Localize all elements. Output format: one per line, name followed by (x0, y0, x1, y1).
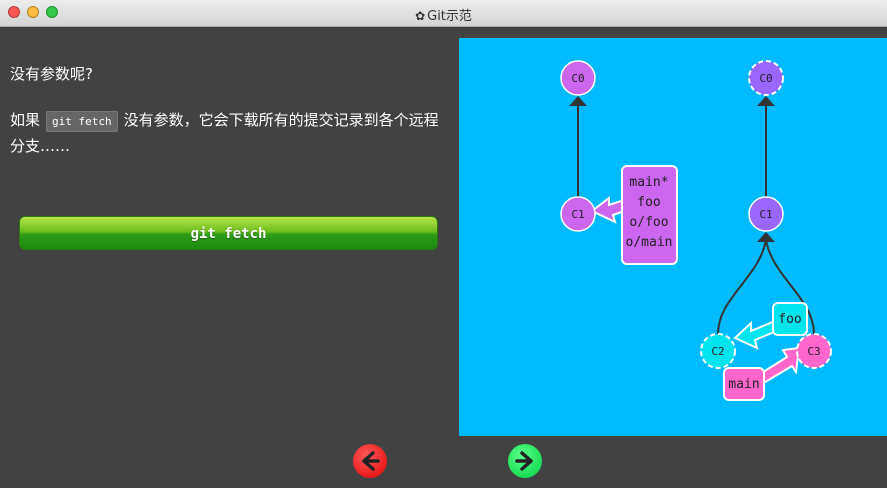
inline-code: git fetch (46, 111, 118, 132)
branch-label-main: main* (629, 175, 668, 190)
window-title: ✿ Git示范 (415, 9, 472, 24)
branch-label-o-main: o/main (626, 235, 673, 250)
instructions-panel: 没有参数呢? 如果 git fetch 没有参数，它会下载所有的提交记录到各个远程分… (10, 62, 440, 158)
branch-label-foo: foo (778, 312, 801, 327)
arrow-left-icon (362, 451, 380, 471)
commit-label: C1 (759, 208, 772, 221)
commit-label: C3 (807, 345, 820, 358)
arrow-right-icon (515, 451, 533, 471)
edge-arrow-icon (757, 96, 775, 106)
commit-label: C0 (571, 72, 584, 85)
title-bar: ✿ Git示范 (0, 0, 887, 27)
back-button[interactable] (353, 444, 387, 478)
branch-label-o-foo: o/foo (629, 215, 668, 230)
edge-arrow-icon (757, 232, 775, 242)
git-visualization: C0 C1 main* foo o/foo o/main C0 C1 foo m… (459, 38, 887, 436)
instruction-line-2: 如果 git fetch 没有参数，它会下载所有的提交记录到各个远程分支…… (10, 111, 439, 155)
gear-icon: ✿ (415, 9, 426, 23)
instruction-line-1: 没有参数呢? (10, 65, 93, 83)
commit-label: C1 (571, 208, 584, 221)
branch-label-foo: foo (637, 195, 660, 210)
right-tree: C0 C1 foo main C2 C3 (700, 60, 832, 401)
git-fetch-command-button[interactable]: git fetch (19, 216, 438, 250)
branch-label-main: main (728, 377, 759, 392)
left-tree: C0 C1 main* foo o/foo o/main (560, 60, 678, 265)
edge-c2-c1 (717, 239, 767, 335)
edge-arrow-icon (569, 96, 587, 106)
forward-button[interactable] (508, 444, 542, 478)
commit-label: C2 (711, 345, 724, 358)
commit-label: C0 (759, 72, 772, 85)
